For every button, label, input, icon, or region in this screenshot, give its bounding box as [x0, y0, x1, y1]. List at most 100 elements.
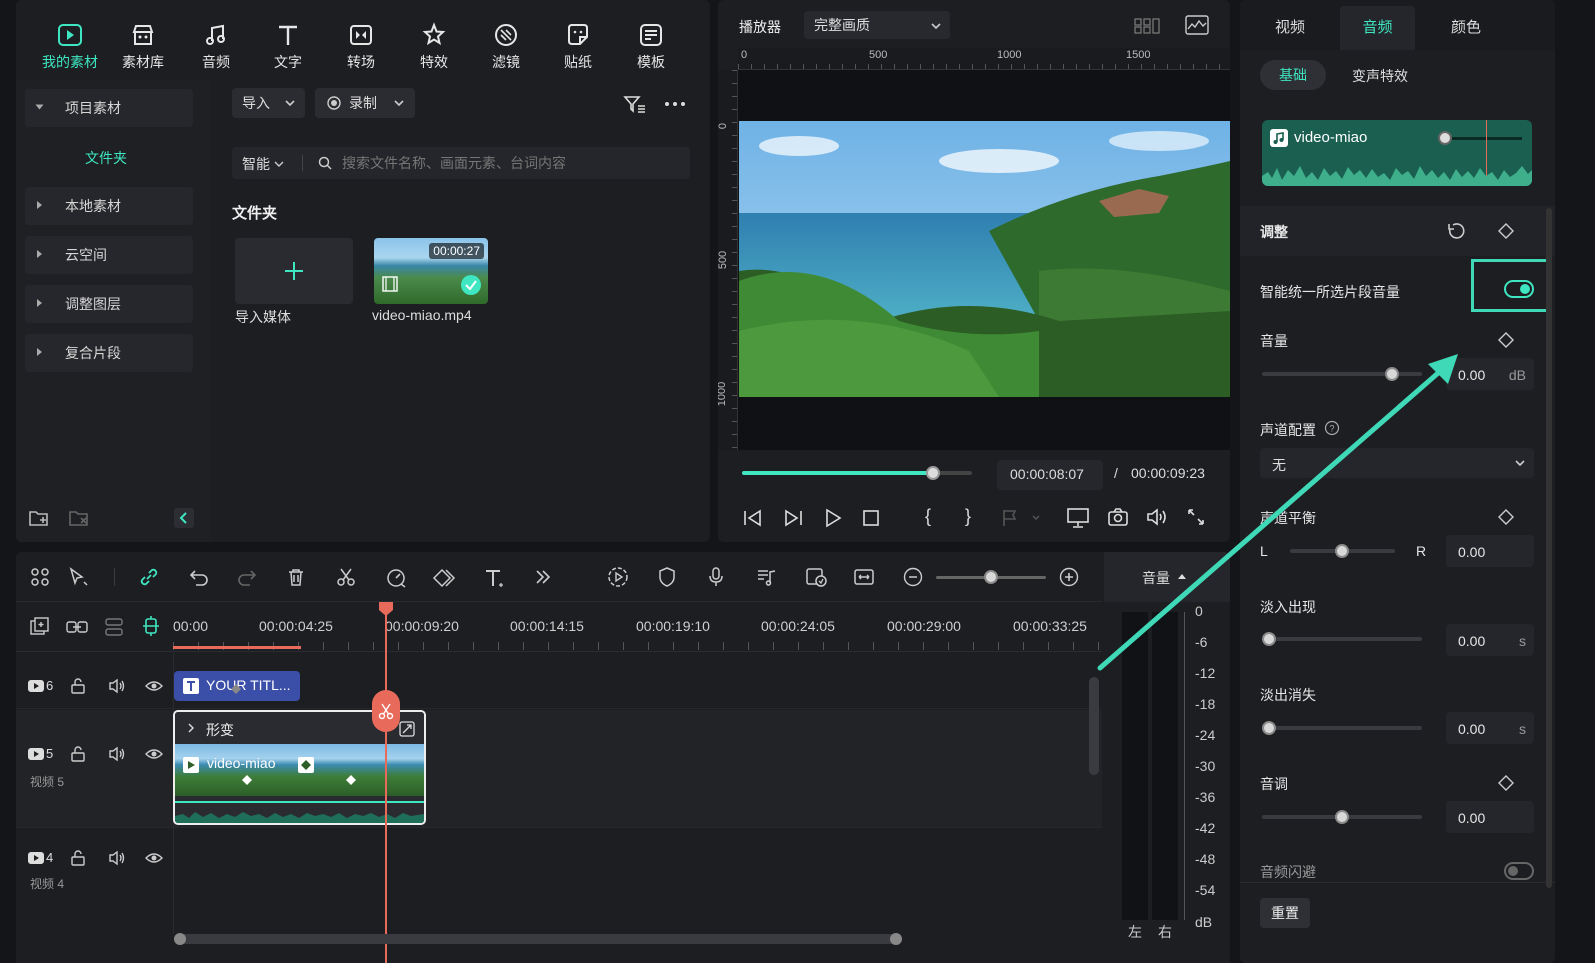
tool-effects[interactable]: 特效 — [404, 22, 464, 72]
tool-template[interactable]: 模板 — [621, 22, 681, 72]
marker-icon[interactable] — [1001, 508, 1041, 528]
reset-icon[interactable] — [1446, 221, 1466, 241]
play-icon[interactable] — [823, 508, 843, 528]
audio-meter-header[interactable]: 音量 — [1104, 552, 1230, 602]
collapse-sidebar-button[interactable] — [174, 508, 194, 528]
audio-mute-icon[interactable] — [108, 678, 126, 694]
sidebar-item-adjust-layer[interactable]: 调整图层 — [25, 285, 193, 323]
mark-out-button[interactable]: } — [965, 506, 971, 527]
tab-audio[interactable]: 音频 — [1340, 6, 1415, 50]
fade-in-value-field[interactable]: 0.00 s — [1446, 624, 1534, 656]
keyframe-icon[interactable] — [1498, 223, 1514, 239]
text-tool-icon[interactable] — [483, 567, 507, 589]
delete-icon[interactable] — [286, 567, 306, 587]
clip-volume-knob[interactable] — [1438, 131, 1452, 145]
link-icon[interactable] — [138, 567, 160, 587]
subtab-basic[interactable]: 基础 — [1260, 60, 1326, 90]
tab-video[interactable]: 视频 — [1246, 6, 1334, 50]
fade-out-value-field[interactable]: 0.00 s — [1446, 712, 1534, 744]
microphone-icon[interactable] — [706, 566, 726, 588]
progress-knob[interactable] — [925, 466, 940, 480]
timeline-vscroll[interactable] — [1089, 677, 1099, 775]
eye-icon[interactable] — [145, 748, 163, 760]
speed-icon[interactable] — [385, 567, 407, 589]
sidebar-item-cloud[interactable]: 云空间 — [25, 236, 193, 274]
subtab-voice-effects[interactable]: 变声特效 — [1352, 66, 1408, 86]
prev-frame-icon[interactable] — [742, 508, 764, 528]
auto-sync-icon[interactable] — [804, 566, 828, 588]
work-area-bar[interactable] — [173, 646, 301, 649]
keyframe-icon[interactable] — [1498, 332, 1514, 348]
redo-icon[interactable] — [236, 567, 258, 587]
tool-sticker[interactable]: 贴纸 — [548, 22, 608, 72]
fit-icon[interactable] — [853, 566, 875, 588]
layout-icon[interactable] — [30, 567, 50, 587]
playback-progress[interactable] — [742, 466, 972, 480]
keyframe-marker-icon[interactable] — [345, 774, 357, 786]
sidebar-item-compound[interactable]: 复合片段 — [25, 334, 193, 372]
reset-button[interactable]: 重置 — [1260, 898, 1310, 928]
fade-in-slider[interactable] — [1262, 637, 1422, 641]
audio-mute-icon[interactable] — [108, 746, 126, 762]
tool-transition[interactable]: 转场 — [331, 22, 391, 72]
fullscreen-icon[interactable] — [1186, 507, 1206, 527]
undo-icon[interactable] — [188, 567, 210, 587]
video-preview[interactable] — [739, 121, 1230, 397]
stop-icon[interactable] — [862, 509, 880, 527]
search-input[interactable] — [342, 152, 672, 174]
audio-mute-icon[interactable] — [108, 850, 126, 866]
mark-in-button[interactable]: { — [925, 506, 931, 527]
help-icon[interactable]: ? — [1324, 420, 1340, 436]
normalize-toggle[interactable] — [1504, 280, 1534, 298]
timeline-hscroll[interactable] — [174, 933, 902, 945]
tool-library[interactable]: 素材库 — [113, 22, 173, 72]
smart-search-dropdown[interactable]: 智能 — [242, 154, 284, 174]
scroll-handle-left[interactable] — [174, 933, 186, 945]
ducking-toggle[interactable] — [1504, 862, 1534, 880]
pitch-slider-knob[interactable] — [1335, 810, 1349, 824]
volume-icon[interactable] — [1146, 507, 1168, 527]
sidebar-folder[interactable]: 文件夹 — [16, 148, 196, 168]
new-folder-icon[interactable] — [28, 508, 50, 528]
zoom-in-icon[interactable] — [1059, 567, 1079, 587]
import-dropdown[interactable]: 导入 — [232, 88, 305, 118]
sidebar-item-local[interactable]: 本地素材 — [25, 187, 193, 225]
scissors-icon[interactable] — [335, 567, 357, 587]
shield-icon[interactable] — [657, 566, 677, 588]
time-ruler[interactable]: 00:00 00:00:04:25 00:00:09:20 00:00:14:1… — [173, 602, 1102, 652]
playhead-handle[interactable] — [379, 602, 393, 616]
expand-icon[interactable] — [399, 721, 415, 737]
lock-icon[interactable] — [70, 678, 86, 694]
scroll-handle-right[interactable] — [890, 933, 902, 945]
channel-dropdown[interactable]: 无 — [1260, 448, 1534, 478]
waveform-scope-icon[interactable] — [1185, 15, 1209, 35]
track-stack-icon[interactable] — [103, 616, 125, 638]
link-tracks-icon[interactable] — [65, 616, 89, 638]
delete-folder-icon[interactable] — [68, 508, 90, 528]
media-clip-thumbnail[interactable]: 00:00:27 — [374, 238, 488, 304]
eye-icon[interactable] — [145, 680, 163, 692]
zoom-slider-knob[interactable] — [984, 570, 998, 584]
keyframe-tool-icon[interactable] — [432, 567, 458, 589]
sidebar-project-media[interactable]: 项目素材 — [25, 89, 193, 127]
pitch-value-field[interactable]: 0.00 — [1446, 801, 1534, 833]
keyframe-icon[interactable] — [1498, 775, 1514, 791]
tool-filter[interactable]: 滤镜 — [476, 22, 536, 72]
render-icon[interactable] — [607, 566, 629, 588]
lock-icon[interactable] — [70, 746, 86, 762]
lock-icon[interactable] — [70, 850, 86, 866]
more-icon[interactable] — [664, 100, 686, 108]
snapshot-icon[interactable] — [1107, 507, 1129, 527]
music-list-icon[interactable] — [755, 566, 777, 588]
fade-out-slider[interactable] — [1262, 726, 1422, 730]
chevron-right-icon[interactable] — [187, 723, 195, 733]
keyframe-marker-icon[interactable] — [241, 774, 253, 786]
more-tools-icon[interactable] — [533, 567, 553, 587]
record-dropdown[interactable]: 录制 — [315, 88, 415, 118]
magnet-snap-icon[interactable] — [140, 615, 162, 637]
title-clip[interactable]: YOUR TITL... — [174, 671, 300, 701]
panel-scrollbar[interactable] — [1546, 208, 1552, 888]
fade-out-slider-knob[interactable] — [1262, 721, 1276, 735]
tab-color[interactable]: 颜色 — [1422, 6, 1510, 50]
split-button[interactable] — [372, 690, 400, 732]
